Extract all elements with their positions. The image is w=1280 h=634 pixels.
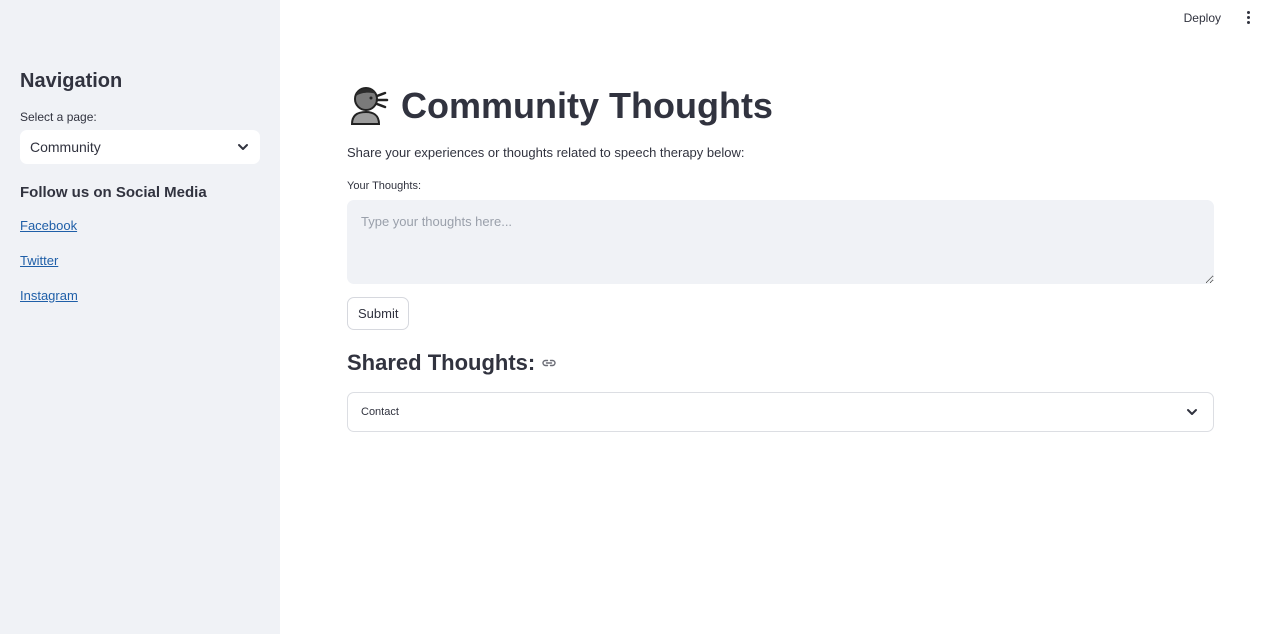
submit-button[interactable]: Submit bbox=[347, 297, 410, 330]
contact-expander[interactable]: Contact bbox=[347, 392, 1214, 432]
page-select-value: Community bbox=[30, 139, 101, 155]
page-title-row: Community Thoughts bbox=[347, 84, 773, 128]
speaking-head-icon bbox=[347, 84, 391, 128]
link-icon[interactable] bbox=[541, 355, 557, 371]
select-page-label: Select a page: bbox=[20, 110, 97, 124]
twitter-link[interactable]: Twitter bbox=[20, 253, 58, 268]
social-media-heading: Follow us on Social Media bbox=[20, 184, 207, 201]
page-select[interactable]: Community bbox=[20, 130, 260, 164]
facebook-link[interactable]: Facebook bbox=[20, 218, 77, 233]
page-title: Community Thoughts bbox=[401, 85, 773, 126]
chevron-down-icon bbox=[1185, 405, 1199, 419]
thoughts-label: Your Thoughts: bbox=[347, 180, 422, 192]
expander-label: Contact bbox=[361, 406, 399, 418]
top-header: Deploy bbox=[280, 0, 1280, 36]
page-subtitle: Share your experiences or thoughts relat… bbox=[347, 145, 745, 160]
shared-thoughts-heading-row: Shared Thoughts: bbox=[347, 350, 557, 376]
sidebar-title: Navigation bbox=[20, 70, 123, 92]
instagram-link[interactable]: Instagram bbox=[20, 288, 78, 303]
shared-thoughts-heading: Shared Thoughts: bbox=[347, 350, 536, 375]
thoughts-textarea[interactable] bbox=[347, 200, 1214, 284]
deploy-button[interactable]: Deploy bbox=[1184, 11, 1221, 25]
chevron-down-icon bbox=[236, 140, 250, 154]
sidebar: Navigation Select a page: Community Foll… bbox=[0, 0, 280, 634]
vertical-dots-icon[interactable] bbox=[1244, 10, 1252, 26]
